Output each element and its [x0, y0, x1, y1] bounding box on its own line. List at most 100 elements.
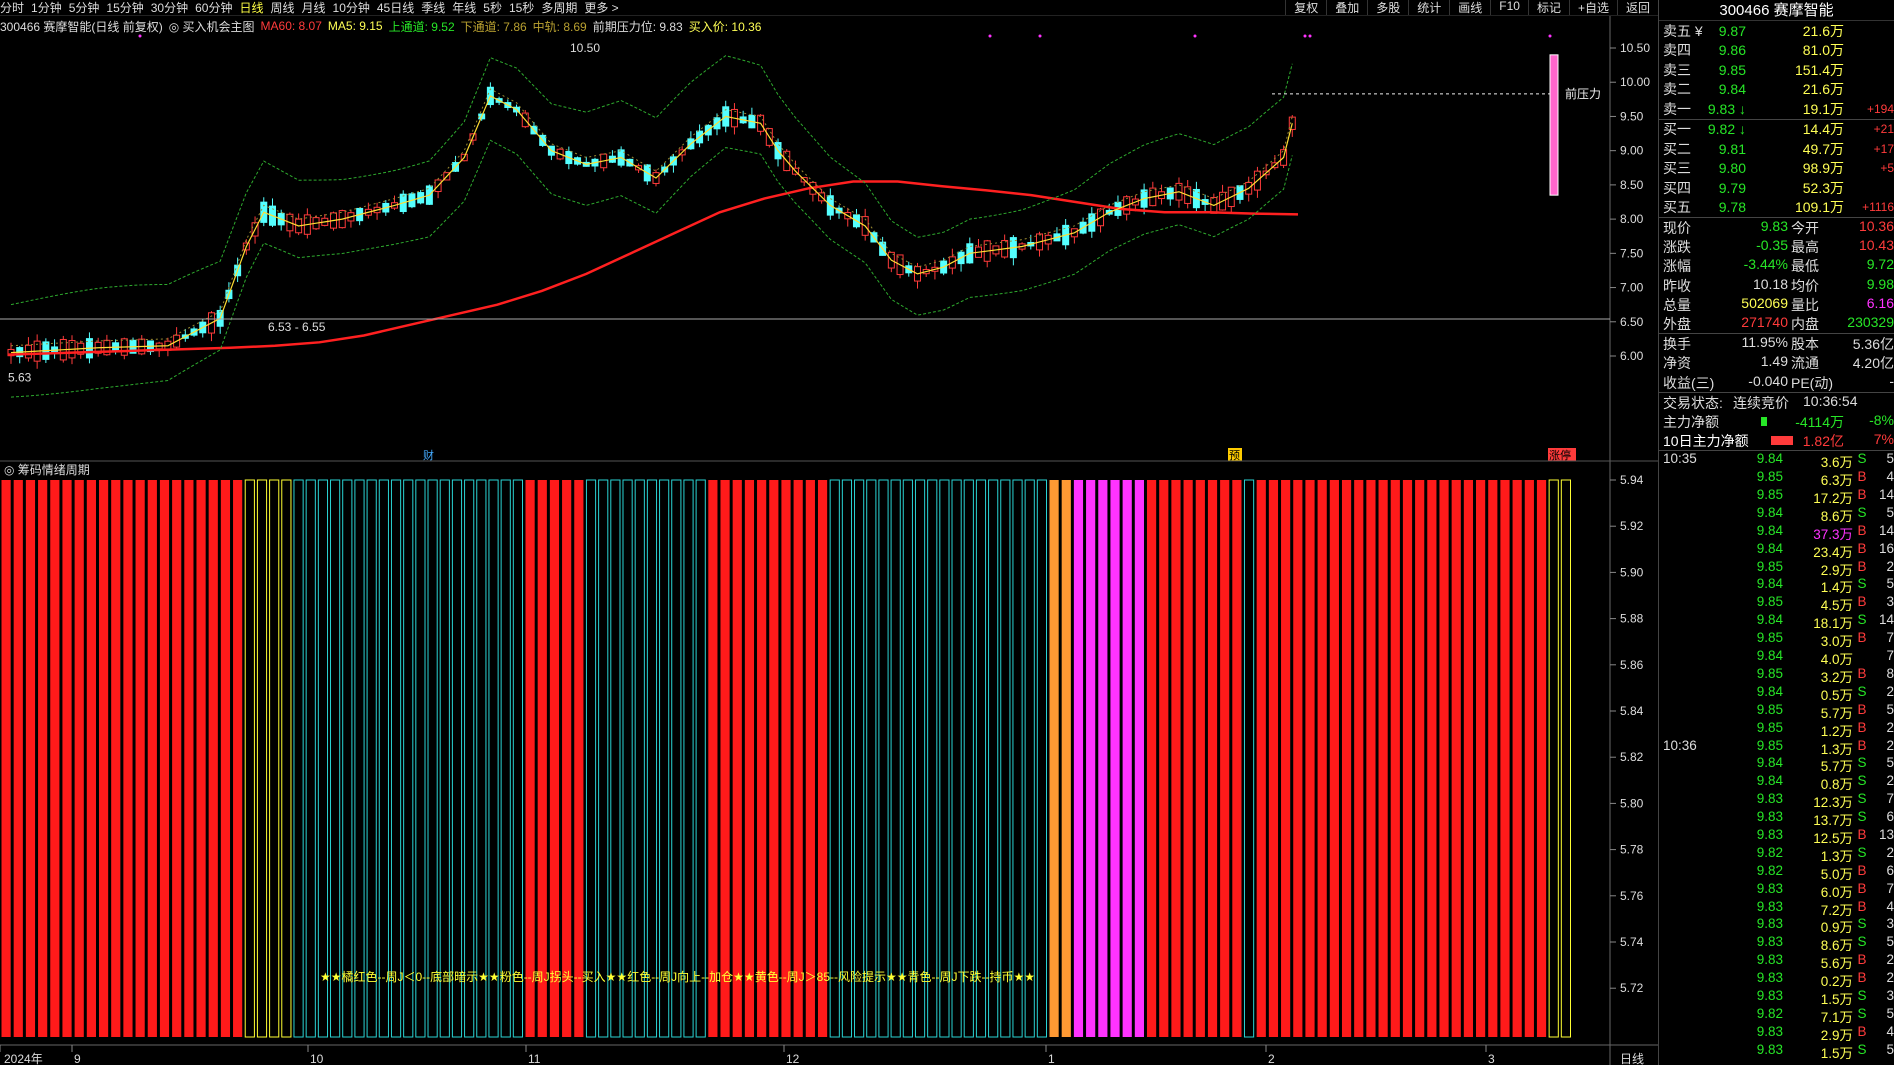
- toolbar-button-0[interactable]: 复权: [1285, 0, 1326, 15]
- trade-row[interactable]: 9.83 0.9万 S 3: [1659, 916, 1894, 935]
- asks-row[interactable]: 卖二 9.84 21.6万: [1659, 80, 1894, 100]
- trade-row[interactable]: 9.85 4.5万 B 3: [1659, 594, 1894, 613]
- x-tick: 2: [1268, 1052, 1275, 1065]
- trade-row[interactable]: 9.83 13.7万 S 6: [1659, 809, 1894, 828]
- toolbar-button-6[interactable]: 标记: [1527, 0, 1569, 15]
- sub-tick: 5.74: [1620, 935, 1644, 949]
- kline-svg[interactable]: 10.50 10.00 9.50 9.00 8.50 8.00 7.50 7.00 6.50 6.…: [0, 16, 1658, 462]
- period-tab-11[interactable]: 季线: [421, 0, 452, 15]
- trade-row[interactable]: 9.83 12.3万 S 7: [1659, 791, 1894, 810]
- period-tab-0[interactable]: 分时: [0, 0, 31, 15]
- cycle-indicator-chart[interactable]: ◎ 筹码情绪周期 5.94 5.92 5.90 5.88 5.86 5.84 5.82 5.80…: [0, 462, 1658, 1065]
- period-tab-7[interactable]: 周线: [270, 0, 301, 15]
- stat-row: 收益(三) -0.040 PE(动) -: [1663, 372, 1894, 391]
- period-tab-3[interactable]: 15分钟: [106, 0, 150, 15]
- trade-row[interactable]: 9.83 6.0万 B 7: [1659, 881, 1894, 900]
- trade-row[interactable]: 9.83 5.6万 B 2: [1659, 952, 1894, 971]
- indicator-name[interactable]: ◎ 买入机会主图: [169, 18, 255, 35]
- period-tab-16[interactable]: 更多 >: [584, 0, 625, 15]
- trade-row[interactable]: 9.84 1.4万 S 5: [1659, 576, 1894, 595]
- trade-row[interactable]: 9.84 37.3万 B 14: [1659, 523, 1894, 542]
- event-marker[interactable]: 财: [422, 448, 436, 462]
- period-tab-15[interactable]: 多周期: [541, 0, 584, 15]
- trade-row[interactable]: 9.82 5.0万 B 6: [1659, 863, 1894, 882]
- trade-row[interactable]: 10:36 9.85 1.3万 B 2: [1659, 738, 1894, 757]
- sub-tick: 5.84: [1620, 704, 1644, 718]
- event-marker[interactable]: 预: [1228, 448, 1242, 462]
- cycle-bar-red: [220, 480, 231, 1037]
- period-tab-13[interactable]: 5秒: [483, 0, 509, 15]
- asks-row[interactable]: 卖一 9.83 ↓ 19.1万 +194: [1659, 99, 1894, 119]
- trade-row[interactable]: 9.85 5.7万 B 5: [1659, 702, 1894, 721]
- period-tab-1[interactable]: 1分钟: [31, 0, 69, 15]
- trade-row[interactable]: 9.85 2.9万 B 2: [1659, 559, 1894, 578]
- trade-row[interactable]: 9.85 3.2万 B 8: [1659, 666, 1894, 685]
- main-kline-chart[interactable]: 10.50 10.00 9.50 9.00 8.50 8.00 7.50 7.00 6.50 6.…: [0, 16, 1658, 462]
- event-marker[interactable]: 涨停: [1548, 448, 1576, 462]
- tick-trades[interactable]: 10:35 9.84 3.6万 S 5 9.85 6.3万 B 4 9.85 17.2万 B 14 9.8…: [1659, 451, 1894, 1061]
- trade-row[interactable]: 9.83 1.5万 S 5: [1659, 1042, 1894, 1061]
- period-tab-8[interactable]: 月线: [302, 0, 333, 15]
- cycle-bar-cyan: [1012, 479, 1023, 1038]
- toolbar-button-5[interactable]: F10: [1490, 0, 1528, 15]
- trade-row[interactable]: 9.83 8.6万 S 5: [1659, 934, 1894, 953]
- trade-row[interactable]: 9.85 3.0万 B 7: [1659, 630, 1894, 649]
- trade-row[interactable]: 10:35 9.84 3.6万 S 5: [1659, 451, 1894, 470]
- trade-row[interactable]: 9.84 23.4万 B 16: [1659, 541, 1894, 560]
- period-tab-9[interactable]: 10分钟: [333, 0, 377, 15]
- bids-row[interactable]: 买五 9.78 109.1万 +1116: [1659, 198, 1894, 218]
- cycle-bar-cyan: [963, 479, 974, 1038]
- trade-row[interactable]: 9.84 0.8万 S 2: [1659, 773, 1894, 792]
- bids-row[interactable]: 买一 9.82 ↓ 14.4万 +21: [1659, 120, 1894, 140]
- trade-row[interactable]: 9.85 6.3万 B 4: [1659, 469, 1894, 488]
- capital-flows: 主力净额 -4114万 -8% 10日主力净额 1.82亿 7%: [1659, 412, 1894, 450]
- trade-row[interactable]: 9.84 5.7万 S 5: [1659, 755, 1894, 774]
- cycle-svg[interactable]: ◎ 筹码情绪周期 5.94 5.92 5.90 5.88 5.86 5.84 5.82 5.80…: [0, 462, 1658, 1065]
- period-tab-14[interactable]: 15秒: [509, 0, 541, 15]
- toolbar-button-1[interactable]: 叠加: [1326, 0, 1367, 15]
- asks-row[interactable]: 卖三 9.85 151.4万: [1659, 60, 1894, 80]
- trade-row[interactable]: 9.83 1.5万 S 3: [1659, 988, 1894, 1007]
- period-tab-2[interactable]: 5分钟: [69, 0, 107, 15]
- period-tab-12[interactable]: 年线: [452, 0, 483, 15]
- trade-row[interactable]: 9.83 12.5万 B 13: [1659, 827, 1894, 846]
- asks-row[interactable]: 卖五 ¥9.87 21.6万: [1659, 21, 1894, 41]
- trade-row[interactable]: 9.85 1.2万 B 2: [1659, 720, 1894, 739]
- period-tab-4[interactable]: 30分钟: [151, 0, 195, 15]
- ask-book: 卖五 ¥9.87 21.6万 卖四 9.86 81.0万 卖三 9.85 151.4万 卖二 9.…: [1659, 21, 1894, 119]
- toolbar-button-7[interactable]: +自选: [1568, 0, 1617, 15]
- period-tab-5[interactable]: 60分钟: [195, 0, 239, 15]
- period-tab-10[interactable]: 45日线: [377, 0, 421, 15]
- cycle-bar-red: [1329, 480, 1339, 1037]
- cycle-bar-red: [50, 480, 60, 1037]
- trade-row[interactable]: 9.84 0.5万 S 2: [1659, 684, 1894, 703]
- cycle-bar-red: [1366, 480, 1376, 1037]
- cycle-bar-red: [208, 480, 218, 1037]
- period-indicator[interactable]: 日线: [1620, 1052, 1644, 1065]
- cycle-bar-cyan: [902, 479, 913, 1038]
- x-tick: 1: [1048, 1052, 1055, 1065]
- cycle-legend: ★★橘红色--周J＜0--底部暗示★★粉色--周J拐头--买入★★红色--周J向…: [320, 969, 1035, 984]
- trade-row[interactable]: 9.83 7.2万 B 4: [1659, 899, 1894, 918]
- bids-row[interactable]: 买三 9.80 98.9万 +5: [1659, 159, 1894, 179]
- period-tab-6[interactable]: 日线: [239, 0, 270, 15]
- bids-row[interactable]: 买二 9.81 49.7万 +17: [1659, 139, 1894, 159]
- toolbar-button-4[interactable]: 画线: [1449, 0, 1490, 15]
- trade-row[interactable]: 9.83 0.2万 B 2: [1659, 970, 1894, 989]
- trade-row[interactable]: 9.83 2.9万 B 4: [1659, 1024, 1894, 1043]
- cycle-bar-yellow: [1548, 479, 1559, 1038]
- trade-row[interactable]: 9.84 18.1万 S 14: [1659, 612, 1894, 631]
- toolbar-button-3[interactable]: 统计: [1408, 0, 1449, 15]
- cycle-bar-cyan: [330, 479, 341, 1038]
- stat-row: 涨跌 -0.35 最高 10.43: [1663, 237, 1894, 256]
- cycle-bar-red: [1146, 480, 1157, 1037]
- trade-row[interactable]: 9.82 1.3万 S 2: [1659, 845, 1894, 864]
- trade-row[interactable]: 9.84 8.6万 S 5: [1659, 505, 1894, 524]
- trade-row[interactable]: 9.82 7.1万 S 5: [1659, 1006, 1894, 1025]
- toolbar-button-8[interactable]: 返回: [1616, 0, 1658, 15]
- trade-row[interactable]: 9.84 4.0万 7: [1659, 648, 1894, 667]
- trade-row[interactable]: 9.85 17.2万 B 14: [1659, 487, 1894, 506]
- bids-row[interactable]: 买四 9.79 52.3万: [1659, 178, 1894, 198]
- asks-row[interactable]: 卖四 9.86 81.0万: [1659, 41, 1894, 61]
- toolbar-button-2[interactable]: 多股: [1367, 0, 1408, 15]
